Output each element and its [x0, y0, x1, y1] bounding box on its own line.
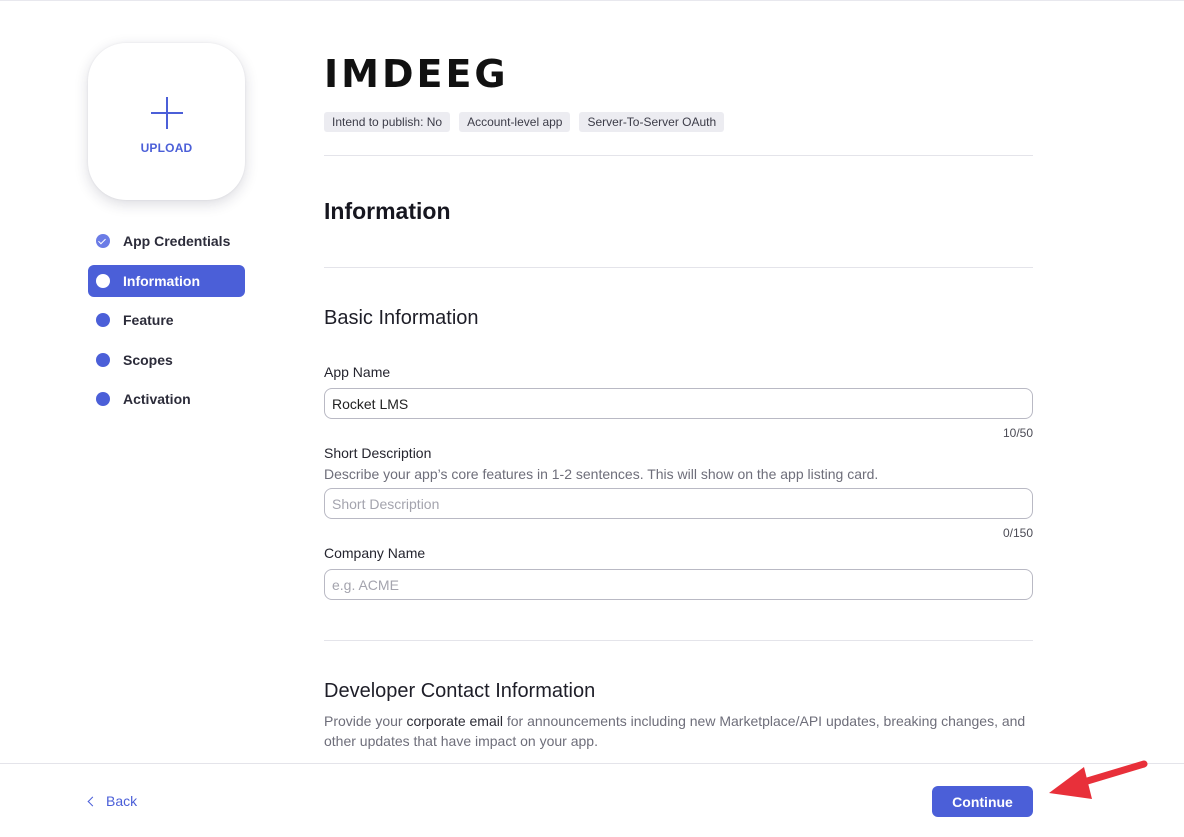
developer-contact-heading: Developer Contact Information	[324, 680, 596, 702]
app-title: IMDEEG	[324, 52, 509, 96]
back-label: Back	[106, 793, 138, 809]
helper-text: Provide your	[324, 713, 407, 729]
company-name-label: Company Name	[324, 545, 426, 561]
app-tags: Intend to publish: No Account-level app …	[324, 112, 725, 132]
step-label: Feature	[123, 312, 174, 328]
app-name-input[interactable]	[324, 388, 1033, 419]
basic-information-heading: Basic Information	[324, 307, 479, 329]
corporate-email-emphasis: corporate email	[406, 713, 503, 729]
step-label: App Credentials	[123, 233, 231, 249]
check-circle-icon	[96, 234, 110, 248]
chevron-left-icon	[87, 796, 98, 806]
step-dot-icon	[96, 313, 110, 327]
tag-publish: Intend to publish: No	[324, 112, 451, 132]
top-border	[0, 0, 1184, 1]
step-app-credentials[interactable]: App Credentials	[88, 225, 245, 257]
continue-button[interactable]: Continue	[932, 786, 1033, 817]
step-label: Scopes	[123, 351, 173, 368]
app-name-label: App Name	[324, 364, 391, 380]
back-button[interactable]: Back	[87, 793, 138, 809]
tag-account-level: Account-level app	[459, 112, 571, 132]
company-name-input[interactable]	[324, 569, 1033, 600]
step-dot-icon	[96, 392, 110, 406]
step-dot-icon	[96, 273, 110, 288]
step-label: Information	[123, 272, 200, 289]
tag-oauth-type: Server-To-Server OAuth	[579, 112, 725, 132]
developer-contact-helper: Provide your corporate email for announc…	[324, 711, 1033, 751]
step-information[interactable]: Information	[88, 264, 245, 297]
step-dot-icon	[96, 352, 110, 367]
step-activation[interactable]: Activation	[88, 383, 245, 415]
step-scopes[interactable]: Scopes	[88, 344, 245, 376]
divider	[324, 267, 1033, 268]
short-description-counter: 0/150	[1002, 526, 1033, 540]
short-description-input[interactable]	[324, 488, 1033, 519]
footer-divider	[0, 763, 1184, 764]
red-arrow-annotation	[1049, 760, 1148, 799]
step-nav: App Credentials Information Feature Scop…	[88, 225, 245, 423]
step-label: Activation	[123, 391, 191, 407]
divider	[324, 640, 1033, 641]
app-name-counter: 10/50	[1002, 426, 1033, 440]
upload-icon-button[interactable]: UPLOAD	[88, 43, 245, 200]
short-description-label: Short Description	[324, 445, 432, 461]
upload-label: UPLOAD	[140, 140, 193, 155]
step-feature[interactable]: Feature	[88, 304, 245, 336]
section-title: Information	[324, 198, 451, 224]
plus-icon	[150, 96, 183, 129]
short-description-helper: Describe your app’s core features in 1-2…	[324, 466, 879, 482]
divider	[324, 155, 1033, 156]
